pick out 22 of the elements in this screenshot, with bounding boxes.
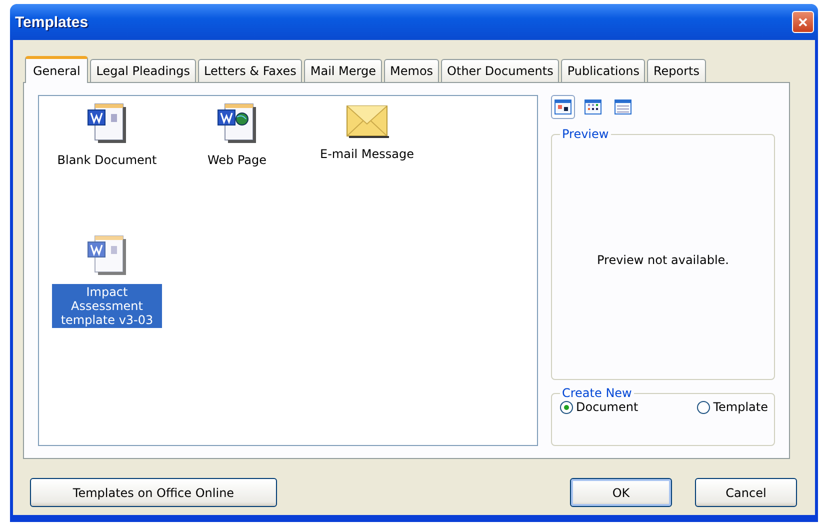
tab[interactable]: General: [25, 56, 88, 83]
window-title: Templates: [15, 14, 88, 30]
tab[interactable]: Memos: [384, 59, 440, 82]
template-item[interactable]: Blank Document: [47, 102, 167, 232]
preview-label: Preview: [561, 127, 610, 141]
preview-message: Preview not available.: [597, 253, 729, 267]
office-online-button[interactable]: Templates on Office Online: [30, 478, 277, 507]
tab[interactable]: Reports: [647, 59, 706, 82]
tab[interactable]: Mail Merge: [304, 59, 382, 82]
ok-button[interactable]: OK: [570, 478, 672, 507]
tab[interactable]: Publications: [561, 59, 646, 82]
template-item[interactable]: Impact Assessment template v3-03: [47, 234, 167, 364]
close-button[interactable]: ✕: [792, 11, 814, 33]
create-new-label: Create New: [561, 386, 633, 400]
radio-button[interactable]: Template: [697, 400, 768, 414]
template-item[interactable]: Web Page: [177, 102, 297, 232]
tab[interactable]: Letters & Faxes: [198, 59, 302, 82]
tab[interactable]: Legal Pleadings: [90, 59, 196, 82]
cancel-button[interactable]: Cancel: [695, 478, 797, 507]
tab[interactable]: Other Documents: [441, 59, 560, 82]
radio-button[interactable]: Document: [560, 400, 638, 414]
template-item[interactable]: E-mail Message: [307, 102, 427, 232]
